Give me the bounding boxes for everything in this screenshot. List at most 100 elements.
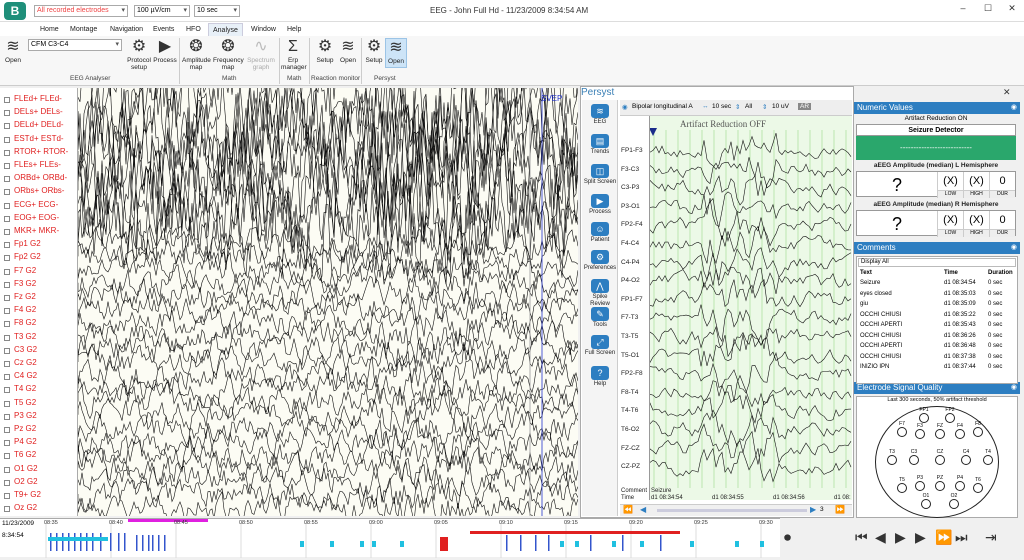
timeline-event[interactable] [735,541,739,547]
electrode-fz[interactable] [935,429,945,439]
nav-trends[interactable]: ▤ Trends [582,134,618,156]
channel-label[interactable]: T9+ G2 [14,490,41,499]
timeline-event[interactable] [690,541,694,547]
menu-home[interactable]: Home [40,26,59,33]
channel-label[interactable]: EOG+ EOG- [14,213,59,222]
channel-checkbox[interactable] [4,176,10,183]
channel-checkbox[interactable] [4,268,10,275]
channel-label[interactable]: Fp2 G2 [14,252,41,261]
channel-label[interactable]: P3 G2 [14,411,37,420]
electrode-p4[interactable] [955,481,965,491]
export-icon[interactable]: ⇥ [985,529,997,546]
channel-label[interactable]: Pz G2 [14,424,36,433]
persyst-scrollbar[interactable]: ⏪ ◀ ▶ 3 ⏩ [620,504,852,516]
montage-select[interactable]: Bipolar longitudinal A [632,103,693,110]
nav-help[interactable]: ? Help [582,366,618,388]
channel-label[interactable]: F4 G2 [14,305,36,314]
comment-row[interactable]: giu d1 08:35:09 0 sec [860,301,1015,310]
persyst-close-icon[interactable]: ✕ [1003,87,1011,98]
channel-checkbox[interactable] [4,242,10,249]
nav-spike-review[interactable]: ⋀ Spike Review [582,279,618,308]
channel-checkbox[interactable] [4,466,10,473]
electrode-pz[interactable] [935,481,945,491]
channel-label[interactable]: P4 G2 [14,437,37,446]
spectrum-graph-button[interactable]: ∿ Spectrum graph [246,38,276,71]
timeline-event[interactable] [110,533,112,551]
persyst-setup-button[interactable]: ⚙ Setup [363,38,385,64]
comments-filter[interactable]: Display All [858,258,1016,267]
menu-analyse[interactable]: Analyse [208,23,243,37]
persyst-open-button[interactable]: ≋ Open [385,38,407,68]
record-icon[interactable]: ⏺ [784,529,791,546]
play-icon[interactable]: ▶ [895,529,906,546]
channel-checkbox[interactable] [4,440,10,447]
nav-process[interactable]: ▶ Process [582,194,618,216]
timeline-event[interactable] [560,541,564,547]
next-page-icon[interactable]: ▶ [915,529,926,546]
comment-row[interactable]: OCCHI APERTI d1 08:35:43 0 sec [860,322,1015,331]
timeline-event[interactable] [440,537,448,551]
timeline-event[interactable] [142,535,144,551]
prev-page-icon[interactable]: ◀ [875,529,886,546]
timeline-event[interactable] [622,535,624,551]
process-button[interactable]: ▶ Process [153,38,177,64]
channel-checkbox[interactable] [4,229,10,235]
timeline-band[interactable] [470,531,600,534]
comment-row[interactable]: INIZIO IPN d1 08:37:44 0 sec [860,364,1015,373]
menu-window[interactable]: Window [251,26,276,33]
timeline-event[interactable] [575,541,579,547]
electrode-f4[interactable] [955,429,965,439]
close-button[interactable]: ✕ [1002,3,1022,17]
timeline-band[interactable] [600,531,680,534]
cfm-combo[interactable]: CFM C3-C4 [28,39,122,51]
sensitivity-combo[interactable]: 100 µV/cm [134,5,190,17]
channel-label[interactable]: MKR+ MKR- [14,226,59,235]
prev-icon[interactable]: ◀ [640,505,646,514]
channel-checkbox[interactable] [4,413,10,420]
timeline-event[interactable] [548,535,550,551]
channel-checkbox[interactable] [4,308,10,315]
channel-checkbox[interactable] [4,281,10,288]
channel-checkbox[interactable] [4,479,10,486]
channel-label[interactable]: Fz G2 [14,292,36,301]
channel-checkbox[interactable] [4,453,10,460]
last-page-icon[interactable]: ⏭ [955,529,968,546]
channel-checkbox[interactable] [4,493,10,499]
menu-help[interactable]: Help [287,26,301,33]
maximize-button[interactable]: ☐ [978,3,998,17]
timeline-event[interactable] [360,541,364,547]
timeline-event[interactable] [80,533,82,551]
eeg-trace-view[interactable] [78,88,578,516]
channel-label[interactable]: ESTd+ ESTd- [14,134,64,143]
channel-label[interactable]: T4 G2 [14,384,36,393]
nav-split-screen[interactable]: ◫ Split Screen [582,164,618,186]
timeline-event[interactable] [760,541,764,547]
timeline-event[interactable] [118,533,120,551]
channel-label[interactable]: T3 G2 [14,332,36,341]
timeline-event[interactable] [62,533,64,551]
timeline-event[interactable] [300,541,304,547]
channel-checkbox[interactable] [4,361,10,367]
channel-checkbox[interactable] [4,163,10,169]
channel-label[interactable]: FLEd+ FLEd- [14,94,62,103]
comment-row[interactable]: Seizure d1 08:34:54 0 sec [860,280,1015,289]
rewind-icon[interactable]: ⏪ [623,505,633,514]
channel-checkbox[interactable] [4,110,10,117]
open-analyser-button[interactable]: ≋ Open [3,38,23,64]
channel-checkbox[interactable] [4,400,10,407]
erp-manager-button[interactable]: Σ Erp manager [281,38,307,71]
nav-patient[interactable]: ☺ Patient [582,222,618,244]
channel-checkbox[interactable] [4,189,10,196]
channel-label[interactable]: DELd+ DELd- [14,120,64,129]
electrode-o1[interactable] [921,499,931,509]
comment-row[interactable]: OCCHI CHIUSI d1 08:35:22 0 sec [860,312,1015,321]
comment-row[interactable]: OCCHI APERTI d1 08:36:48 0 sec [860,343,1015,352]
amplitude-map-button[interactable]: ❂ Amplitude map [182,38,211,71]
timeline-event[interactable] [612,541,616,547]
timeline-selection[interactable] [128,519,208,522]
electrode-fp1[interactable] [919,413,929,423]
channel-label[interactable]: F8 G2 [14,318,36,327]
channel-label[interactable]: DELs+ DELs- [14,107,63,116]
timeline-event[interactable] [535,535,537,551]
timeline-event[interactable] [124,533,126,551]
